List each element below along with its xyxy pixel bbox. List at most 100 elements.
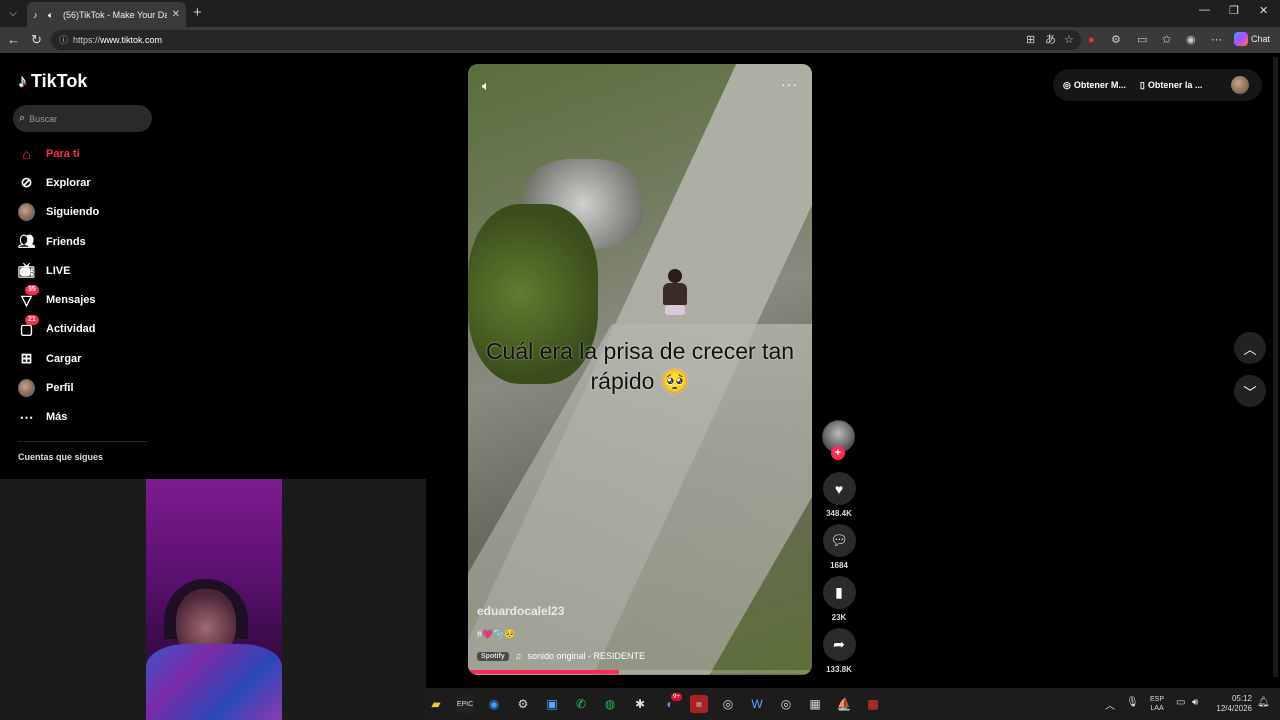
microphone-icon[interactable]: 🎙︎ — [1126, 697, 1139, 708]
steam-app-icon[interactable]: ▦ — [806, 695, 824, 713]
volume-icon[interactable]: 🔈︎ — [482, 78, 490, 94]
extension-icon[interactable]: ● — [1088, 33, 1095, 47]
game-app-icon[interactable]: ▤ — [690, 695, 708, 713]
copilot-icon — [1234, 32, 1248, 46]
user-avatar[interactable] — [1231, 76, 1249, 94]
like-action[interactable]: ♥ 348.4K — [821, 472, 857, 518]
show-hidden-icons-icon[interactable]: ︿ — [1105, 697, 1115, 712]
gog-icon[interactable]: ◎ — [719, 695, 737, 713]
share-action[interactable]: ➦ 133.8K — [821, 628, 857, 674]
monitor-app-icon[interactable]: ▣ — [543, 695, 561, 713]
page-scrollbar[interactable] — [1273, 57, 1278, 677]
next-video-button[interactable]: ﹀ — [1234, 375, 1266, 407]
sidebar-item-perfil[interactable]: Perfil — [18, 373, 99, 402]
sidebar-nav: ⌂ Para ti ⊘ Explorar Siguiendo 👥︎ Friend… — [18, 139, 100, 432]
profile-icon[interactable]: ◉ — [1186, 33, 1196, 47]
sidebar-item-mas[interactable]: ⋯ Más — [18, 403, 99, 432]
sidebar-item-mensajes[interactable]: ▽ 35 Mensajes — [18, 285, 99, 314]
file-explorer-icon[interactable]: ▰ — [427, 695, 445, 713]
copilot-chat-button[interactable]: Chat — [1234, 32, 1270, 46]
site-info-icon[interactable]: ⓘ — [59, 30, 68, 50]
heart-icon[interactable]: ♥ — [822, 472, 856, 505]
app-available-icon[interactable]: ⊞ — [1026, 33, 1035, 47]
tiktok-sidebar: ♪ TikTok ⌕ ⌂ Para ti ⊘ Explorar Siguiend… — [0, 53, 160, 479]
speaker-icon[interactable]: 🔈︎ — [48, 10, 58, 20]
notifications-bell-icon[interactable]: 🔔︎ — [1257, 697, 1270, 708]
spider-app-icon[interactable]: ✱ — [631, 695, 649, 713]
app-circle-icon[interactable]: ◎ — [777, 695, 795, 713]
get-app-button[interactable]: ▯ Obtener la ... — [1140, 80, 1202, 91]
plus-square-icon: ⊞ — [20, 350, 33, 367]
comment-icon[interactable]: 💬︎ — [822, 524, 856, 557]
system-clock[interactable]: 05:12 12/4/2026 — [1212, 694, 1252, 714]
save-action[interactable]: ▮ 23K — [821, 576, 857, 622]
spotify-icon[interactable]: ◍ — [601, 695, 619, 713]
keyboard-layout: LAA — [1150, 705, 1164, 712]
sidebar-divider — [18, 441, 148, 442]
back-icon[interactable]: ← — [7, 32, 20, 48]
more-options-icon[interactable]: ··· — [781, 76, 798, 92]
brand-name: TikTok — [31, 71, 88, 91]
sidebar-item-para-ti[interactable]: ⌂ Para ti — [18, 139, 99, 168]
webcam-blanket — [146, 644, 282, 720]
video-username[interactable]: eduardocalel23 — [477, 604, 564, 618]
network-icon[interactable]: ▭ — [1176, 697, 1185, 708]
previous-video-button[interactable]: ︿ — [1234, 332, 1266, 364]
sidebar-item-explorar[interactable]: ⊘ Explorar — [18, 168, 99, 197]
search-input[interactable] — [29, 113, 140, 124]
tab-actions-menu-icon[interactable]: ⌵ — [4, 4, 22, 22]
browser-tab[interactable]: ♪ 🔈︎ (56)TikTok - Make Your Day ✕ — [27, 2, 186, 27]
window-close-icon[interactable]: ✕ — [1259, 4, 1268, 17]
chat-label: Chat — [1251, 34, 1271, 44]
sidebar-item-cargar[interactable]: ⊞ Cargar — [18, 344, 99, 373]
app-red-icon[interactable]: ▩ — [864, 695, 882, 713]
sidebar-item-live[interactable]: 📺︎ LIVE — [18, 256, 99, 285]
sidebar-item-label: Cargar — [46, 352, 82, 365]
phone-icon: ▯ — [1139, 79, 1145, 90]
epic-games-icon[interactable]: EPIC — [456, 695, 474, 713]
video-hashtags[interactable]: #💗🫧🥺 — [477, 629, 516, 640]
steam-icon-2[interactable]: ⛵ — [835, 695, 853, 713]
video-player[interactable]: Cuál era la prisa de crecer tan rápido 🥺… — [468, 64, 812, 675]
bookmark-icon[interactable]: ▮ — [822, 576, 856, 609]
sidebar-item-siguiendo[interactable]: Siguiendo — [18, 198, 99, 227]
webcam-overlay — [0, 479, 426, 720]
reload-icon[interactable]: ↻ — [31, 32, 42, 48]
spotify-badge[interactable]: Spotify — [477, 651, 509, 661]
language-indicator[interactable]: ESP LAA — [1150, 695, 1164, 713]
extensions-puzzle-icon[interactable]: ⚙ — [1111, 33, 1121, 47]
favorite-star-icon[interactable]: ☆ — [1064, 33, 1074, 47]
video-progress-bar[interactable] — [468, 670, 812, 674]
share-count: 133.8K — [826, 665, 852, 674]
volume-tray-icon[interactable]: 🔊︎ — [1192, 697, 1198, 708]
like-count: 348.4K — [826, 509, 852, 518]
new-tab-button[interactable]: + — [193, 4, 202, 22]
address-bar[interactable]: ⓘ https://www.tiktok.com — [51, 30, 1081, 50]
edge-icon[interactable]: ◉ — [485, 695, 503, 713]
sidebar-item-friends[interactable]: 👥︎ Friends — [18, 227, 99, 256]
discord-badge: 9+ — [671, 693, 682, 701]
wallpaper-engine-icon[interactable]: W — [748, 695, 766, 713]
restore-icon[interactable]: ❐ — [1229, 4, 1239, 17]
top-right-actions: ◎ Obtener M... ▯ Obtener la ... — [1053, 69, 1262, 101]
favorites-icon[interactable]: ✩ — [1162, 33, 1171, 47]
activity-badge: 21 — [25, 314, 39, 325]
split-screen-icon[interactable]: ▭ — [1137, 33, 1147, 47]
close-tab-icon[interactable]: ✕ — [172, 9, 180, 20]
tiktok-logo[interactable]: ♪ TikTok — [18, 71, 87, 92]
whatsapp-icon[interactable]: ✆ — [572, 695, 590, 713]
share-icon[interactable]: ➦ — [822, 628, 856, 661]
comment-action[interactable]: 💬︎ 1684 — [821, 524, 857, 570]
sidebar-item-actividad[interactable]: ▢ 21 Actividad — [18, 314, 99, 344]
steam-icon[interactable]: ⚙ — [514, 695, 532, 713]
translate-icon[interactable]: あ — [1045, 33, 1056, 47]
comment-count: 1684 — [830, 561, 848, 570]
get-coins-button[interactable]: ◎ Obtener M... — [1063, 80, 1126, 91]
minimize-icon[interactable]: — — [1199, 4, 1210, 16]
follow-plus-icon[interactable]: + — [831, 446, 845, 460]
tiktok-favicon-icon: ♪ — [33, 9, 38, 20]
language-code: ESP — [1150, 696, 1165, 703]
search-box[interactable]: ⌕ — [13, 105, 152, 132]
settings-more-icon[interactable]: ⋯ — [1211, 33, 1222, 47]
video-music[interactable]: Spotify ♫ sonido original - RESIDENTE — [477, 651, 645, 661]
